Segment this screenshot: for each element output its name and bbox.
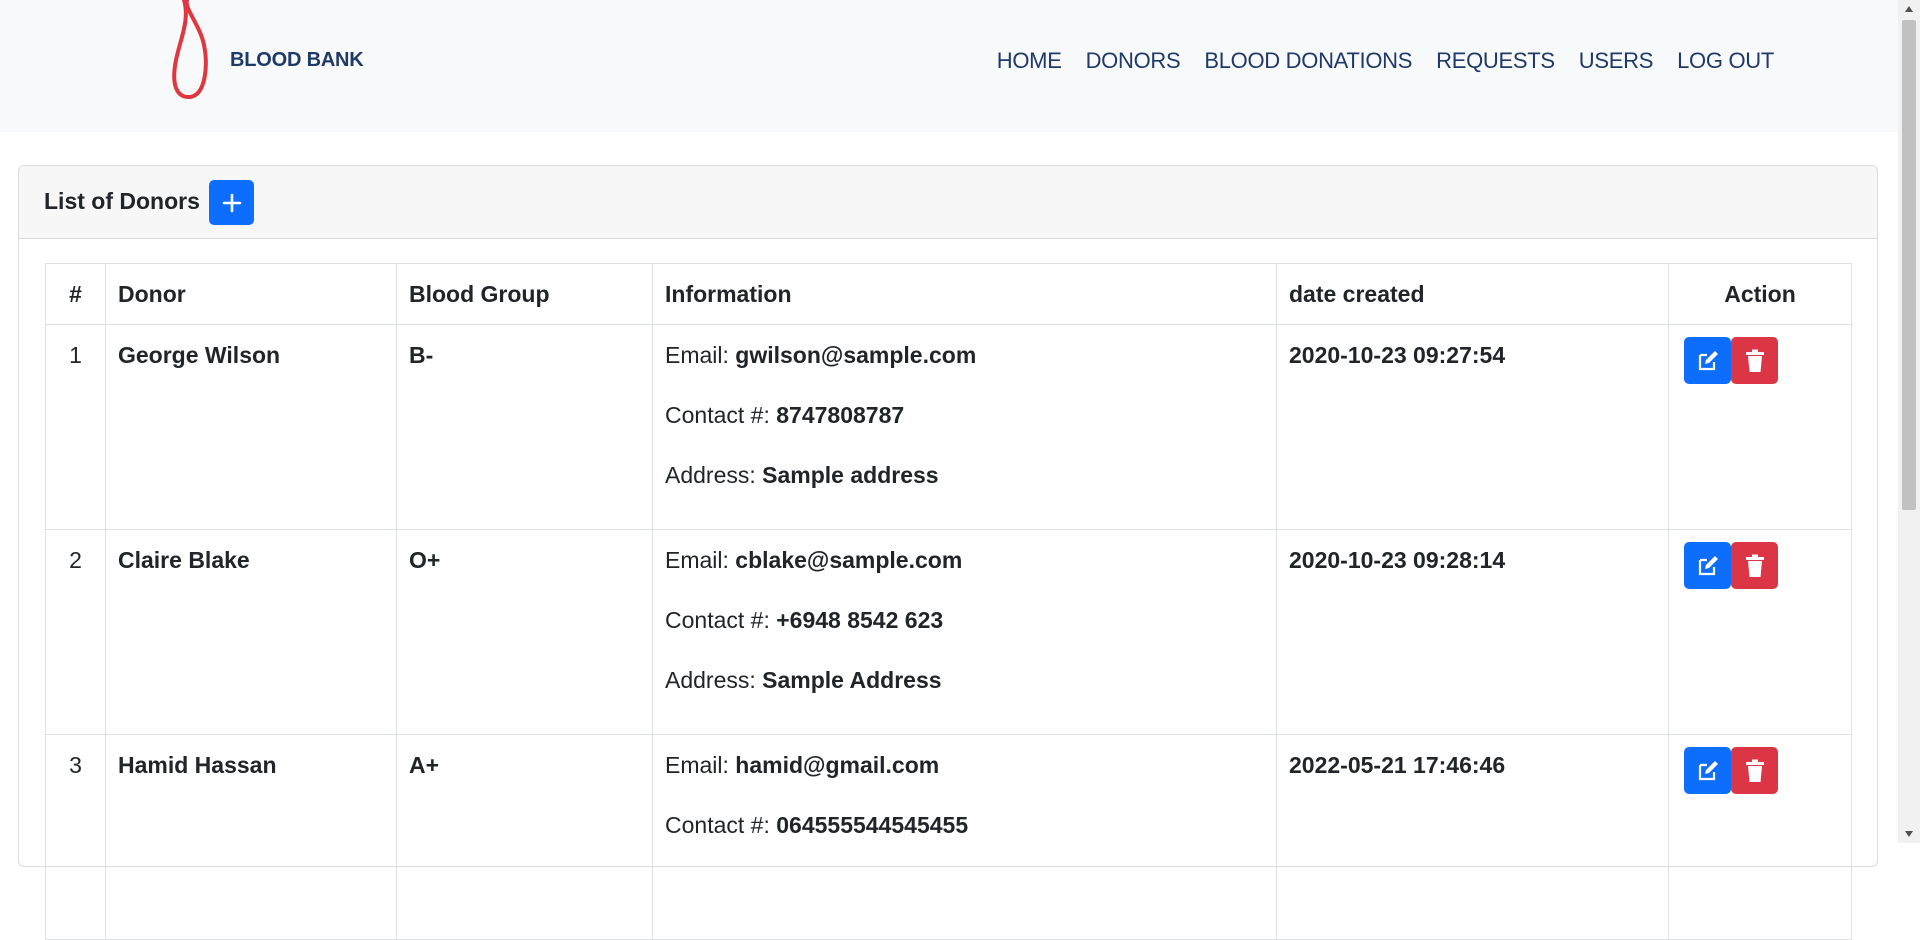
contact-label: Contact #: <box>665 812 770 838</box>
header-action: Action <box>1668 263 1852 325</box>
add-donor-button[interactable] <box>209 180 254 225</box>
top-navbar: BLOOD BANK HOME DONORS BLOOD DONATIONS R… <box>0 0 1898 132</box>
blood-group: O+ <box>396 529 653 735</box>
trash-icon <box>1745 349 1764 372</box>
contact-label: Contact #: <box>665 607 770 633</box>
trash-icon <box>1745 759 1764 782</box>
page-scrollbar[interactable] <box>1898 0 1920 843</box>
scroll-thumb[interactable] <box>1902 20 1916 510</box>
email-value: cblake@sample.com <box>735 547 963 573</box>
date-created: 2020-10-23 09:27:54 <box>1276 324 1669 530</box>
donors-card: List of Donors # Donor Blood Group Infor… <box>18 165 1878 940</box>
header-donor: Donor <box>105 263 397 325</box>
donor-name: Hamid Hassan <box>105 734 397 940</box>
address-label: Address: <box>665 667 756 693</box>
donors-table: # Donor Blood Group Information date cre… <box>45 263 1852 940</box>
date-created: 2022-05-21 17:46:46 <box>1276 734 1669 940</box>
plus-icon <box>222 193 241 212</box>
nav-requests[interactable]: REQUESTS <box>1436 48 1555 74</box>
row-actions <box>1668 734 1852 940</box>
header-information: Information <box>652 263 1277 325</box>
delete-button[interactable] <box>1731 542 1778 589</box>
page-title: List of Donors <box>44 188 200 214</box>
blood-drop-logo-icon <box>172 0 208 99</box>
email-label: Email: <box>665 342 729 368</box>
contact-value: 064555544545455 <box>776 812 969 838</box>
card-header: List of Donors <box>19 166 1877 239</box>
table-header-row: # Donor Blood Group Information date cre… <box>45 263 1852 325</box>
contact-value: 8747808787 <box>776 402 905 428</box>
header-blood-group: Blood Group <box>396 263 653 325</box>
blood-group: A+ <box>396 734 653 940</box>
nav-users[interactable]: USERS <box>1579 48 1654 74</box>
contact-label: Contact #: <box>665 402 770 428</box>
nav-home[interactable]: HOME <box>997 48 1062 74</box>
table-row: 2 Claire Blake O+ Email: cblake@sample.c… <box>45 529 1852 735</box>
edit-button[interactable] <box>1684 542 1731 589</box>
nav-log-out[interactable]: LOG OUT <box>1677 48 1774 74</box>
trash-icon <box>1745 554 1764 577</box>
scroll-down-arrow-icon[interactable] <box>1898 825 1920 843</box>
date-created: 2020-10-23 09:28:14 <box>1276 529 1669 735</box>
header-date-created: date created <box>1276 263 1669 325</box>
table-row: 3 Hamid Hassan A+ Email: hamid@gmail.com… <box>45 734 1852 940</box>
row-actions <box>1668 324 1852 530</box>
table-row: 1 George Wilson B- Email: gwilson@sample… <box>45 324 1852 530</box>
address-value: Sample Address <box>762 667 942 693</box>
edit-button[interactable] <box>1684 747 1731 794</box>
nav-blood-donations[interactable]: BLOOD DONATIONS <box>1204 48 1412 74</box>
contact-value: +6948 8542 623 <box>776 607 944 633</box>
donor-information: Email: gwilson@sample.com Contact #: 874… <box>652 324 1277 530</box>
row-actions <box>1668 529 1852 735</box>
email-label: Email: <box>665 547 729 573</box>
main-nav: HOME DONORS BLOOD DONATIONS REQUESTS USE… <box>997 48 1775 74</box>
edit-button[interactable] <box>1684 337 1731 384</box>
donor-information: Email: cblake@sample.com Contact #: +694… <box>652 529 1277 735</box>
address-label: Address: <box>665 462 756 488</box>
email-label: Email: <box>665 752 729 778</box>
delete-button[interactable] <box>1731 337 1778 384</box>
blood-group: B- <box>396 324 653 530</box>
nav-donors[interactable]: DONORS <box>1086 48 1181 74</box>
address-value: Sample address <box>762 462 939 488</box>
email-value: hamid@gmail.com <box>735 752 940 778</box>
row-num: 3 <box>45 734 106 940</box>
donor-name: Claire Blake <box>105 529 397 735</box>
delete-button[interactable] <box>1731 747 1778 794</box>
donor-information: Email: hamid@gmail.com Contact #: 064555… <box>652 734 1277 940</box>
edit-icon <box>1698 555 1718 575</box>
donor-name: George Wilson <box>105 324 397 530</box>
row-num: 1 <box>45 324 106 530</box>
row-num: 2 <box>45 529 106 735</box>
edit-icon <box>1698 350 1718 370</box>
scroll-up-arrow-icon[interactable] <box>1898 0 1920 18</box>
header-num: # <box>45 263 106 325</box>
edit-icon <box>1698 760 1718 780</box>
email-value: gwilson@sample.com <box>735 342 977 368</box>
brand-name: BLOOD BANK <box>230 49 364 71</box>
